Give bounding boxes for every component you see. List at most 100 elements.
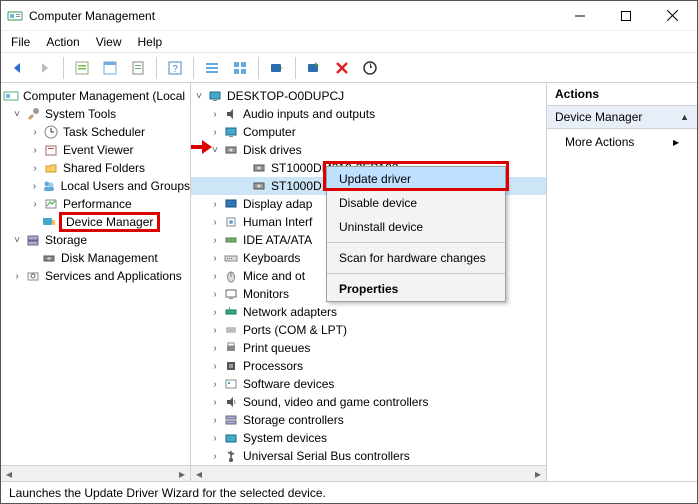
menu-file[interactable]: File <box>11 35 30 49</box>
show-hide-tree-button[interactable] <box>70 56 94 80</box>
scroll-right-icon[interactable]: ▸ <box>530 467 546 481</box>
update-driver-button[interactable] <box>302 56 326 80</box>
tree-system-tools[interactable]: System Tools <box>45 107 116 121</box>
tree-disk-management[interactable]: Disk Management <box>61 251 158 265</box>
separator <box>193 57 194 79</box>
expand-icon[interactable]: › <box>29 144 41 156</box>
device-category-16[interactable]: ›System devices <box>191 429 546 447</box>
tree-services-apps[interactable]: Services and Applications <box>45 269 182 283</box>
ctx-scan-hardware[interactable]: Scan for hardware changes <box>327 246 505 270</box>
expand-icon[interactable]: › <box>11 270 23 282</box>
expand-icon[interactable]: › <box>209 126 221 138</box>
menu-view[interactable]: View <box>96 35 122 49</box>
expand-icon[interactable]: › <box>29 162 41 174</box>
menu-help[interactable]: Help <box>138 35 163 49</box>
scroll-right-icon[interactable]: ▸ <box>174 467 190 481</box>
expand-icon[interactable]: › <box>29 198 41 210</box>
tree-storage[interactable]: Storage <box>45 233 87 247</box>
forward-button[interactable] <box>33 56 57 80</box>
status-text: Launches the Update Driver Wizard for th… <box>9 486 326 500</box>
device-category-15[interactable]: ›Storage controllers <box>191 411 546 429</box>
horizontal-scrollbar[interactable]: ◂ ▸ <box>191 465 546 481</box>
actions-more[interactable]: More Actions ▸ <box>547 129 697 155</box>
device-category-14[interactable]: › Sound, video and game controllers <box>191 393 546 411</box>
collapse-icon[interactable]: ˅ <box>11 234 23 246</box>
device-label: Sound, video and game controllers <box>243 395 428 409</box>
properties-button[interactable] <box>98 56 122 80</box>
collapse-icon[interactable]: ˅ <box>11 108 23 120</box>
device-root[interactable]: ˅ DESKTOP-O0DUPCJ <box>191 87 546 105</box>
actions-more-label: More Actions <box>565 135 673 149</box>
expand-icon[interactable]: › <box>209 342 221 354</box>
device-category-0[interactable]: ›Audio inputs and outputs <box>191 105 546 123</box>
collapse-icon[interactable]: ˅ <box>209 144 221 156</box>
scroll-left-icon[interactable]: ◂ <box>1 467 17 481</box>
ctx-uninstall-device[interactable]: Uninstall device <box>327 215 505 239</box>
list-view-button[interactable] <box>228 56 252 80</box>
scan-hardware-button[interactable] <box>265 56 289 80</box>
export-list-button[interactable] <box>126 56 150 80</box>
expand-icon[interactable]: › <box>29 180 40 192</box>
expand-icon[interactable]: › <box>209 216 221 228</box>
uninstall-button[interactable] <box>330 56 354 80</box>
expand-icon[interactable]: › <box>209 450 221 462</box>
maximize-button[interactable] <box>603 2 649 30</box>
expand-icon[interactable]: › <box>209 252 221 264</box>
network-icon <box>223 304 239 320</box>
expand-icon[interactable]: › <box>209 360 221 372</box>
expand-icon[interactable]: › <box>209 234 221 246</box>
device-label: DESKTOP-O0DUPCJ <box>227 89 344 103</box>
close-button[interactable] <box>649 2 695 30</box>
expand-icon[interactable]: › <box>209 198 221 210</box>
ctx-properties[interactable]: Properties <box>327 277 505 301</box>
device-category-12[interactable]: ›Processors <box>191 357 546 375</box>
expand-icon[interactable]: › <box>29 126 41 138</box>
ctx-update-driver[interactable]: Update driver <box>327 167 505 191</box>
expand-icon[interactable]: › <box>209 432 221 444</box>
tree-root[interactable]: Computer Management (Local <box>23 89 185 103</box>
tree-shared-folders[interactable]: Shared Folders <box>63 161 145 175</box>
expand-icon[interactable]: › <box>209 270 221 282</box>
tree-device-manager[interactable]: Device Manager <box>59 212 160 232</box>
expand-icon[interactable]: › <box>209 324 221 336</box>
expand-icon[interactable]: › <box>209 378 221 390</box>
device-category-2[interactable]: ˅ Disk drives <box>191 141 546 159</box>
back-button[interactable] <box>5 56 29 80</box>
device-category-9[interactable]: ›Network adapters <box>191 303 546 321</box>
expand-icon[interactable]: › <box>209 306 221 318</box>
console-tree[interactable]: Computer Management (Local ˅ System Tools… <box>1 83 190 481</box>
disk-mgmt-icon <box>41 250 57 266</box>
expand-icon[interactable]: › <box>209 108 221 120</box>
cpu-icon <box>223 358 239 374</box>
device-category-10[interactable]: ›Ports (COM & LPT) <box>191 321 546 339</box>
expand-icon[interactable]: › <box>209 288 221 300</box>
scroll-left-icon[interactable]: ◂ <box>191 467 207 481</box>
menu-action[interactable]: Action <box>46 35 79 49</box>
device-category-11[interactable]: ›Print queues <box>191 339 546 357</box>
actions-section-label: Device Manager <box>555 110 680 124</box>
device-label: ST1000D <box>271 179 322 193</box>
tree-performance[interactable]: Performance <box>63 197 132 211</box>
details-view-button[interactable] <box>200 56 224 80</box>
expand-icon[interactable]: › <box>209 396 221 408</box>
horizontal-scrollbar[interactable]: ◂ ▸ <box>1 465 190 481</box>
device-category-13[interactable]: ›Software devices <box>191 375 546 393</box>
expand-icon[interactable]: › <box>209 414 221 426</box>
help-button[interactable]: ? <box>163 56 187 80</box>
device-category-1[interactable]: › Computer <box>191 123 546 141</box>
device-category-17[interactable]: ›Universal Serial Bus controllers <box>191 447 546 465</box>
collapse-icon[interactable]: ˅ <box>193 90 205 102</box>
storage-icon <box>223 412 239 428</box>
ctx-disable-device[interactable]: Disable device <box>327 191 505 215</box>
tree-task-scheduler[interactable]: Task Scheduler <box>63 125 145 139</box>
minimize-button[interactable] <box>557 2 603 30</box>
device-label: Computer <box>243 125 296 139</box>
collapse-icon[interactable]: ▲ <box>680 112 689 122</box>
tree-event-viewer[interactable]: Event Viewer <box>63 143 133 157</box>
status-bar: Launches the Update Driver Wizard for th… <box>1 481 697 503</box>
tree-local-users[interactable]: Local Users and Groups <box>61 179 190 193</box>
display-icon <box>223 196 239 212</box>
disable-button[interactable] <box>358 56 382 80</box>
actions-section[interactable]: Device Manager ▲ <box>547 106 697 129</box>
device-label: Disk drives <box>243 143 302 157</box>
